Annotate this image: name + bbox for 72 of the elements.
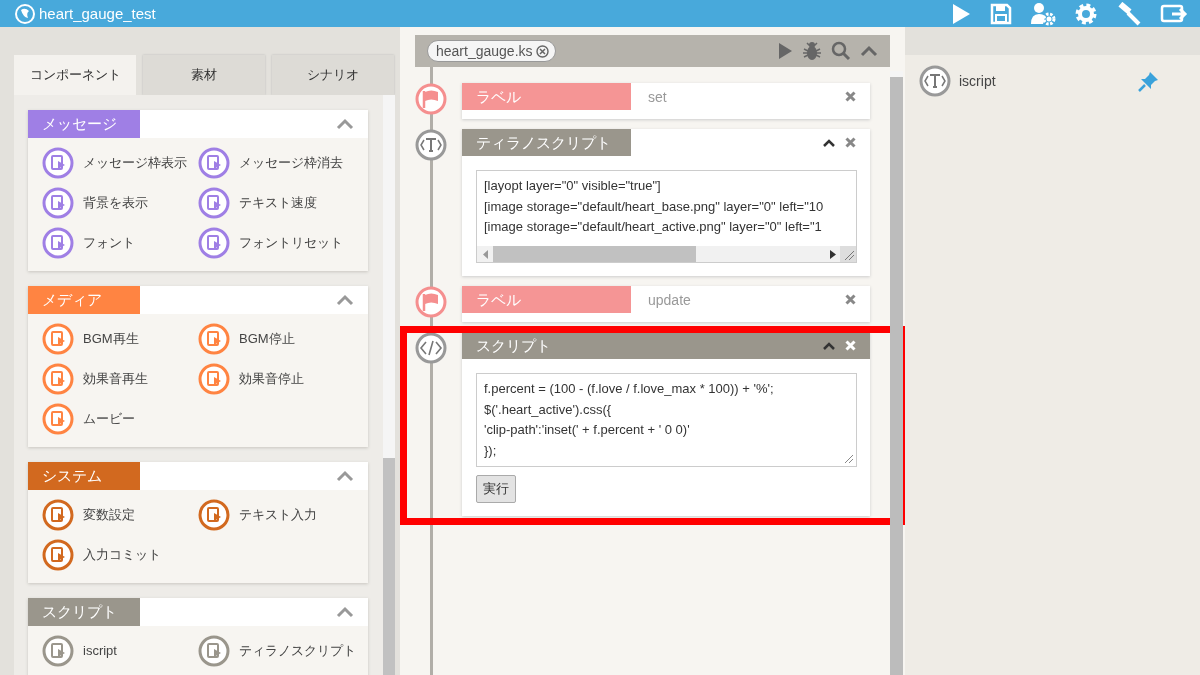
block-title: ラベル <box>462 83 631 110</box>
component-icon[interactable] <box>42 402 74 435</box>
run-button[interactable]: 実行 <box>476 475 516 503</box>
component-label[interactable]: 効果音再生 <box>83 369 148 388</box>
component-icon[interactable] <box>42 634 74 667</box>
search-icon[interactable] <box>831 41 851 61</box>
bug-icon[interactable] <box>802 41 822 61</box>
component-icon[interactable] <box>198 634 230 667</box>
component-label[interactable]: BGM再生 <box>83 329 139 348</box>
component-label[interactable]: iscript <box>83 643 117 658</box>
tag-icon <box>415 129 447 161</box>
component-label[interactable]: フォントリセット <box>239 233 343 252</box>
export-icon[interactable] <box>1160 2 1188 25</box>
settings-icon[interactable] <box>1074 1 1098 26</box>
user-settings-icon[interactable] <box>1030 1 1056 26</box>
component-icon[interactable] <box>42 322 74 355</box>
flag-icon <box>415 286 447 318</box>
code-field[interactable]: [layopt layer="0" visible="true"] [image storage="default/heart_base.png" layer="0" left="10 [image storage="default/heart_active.png" layer="0" left="1 <box>476 170 857 263</box>
left-arrow-icon[interactable] <box>483 249 489 259</box>
component-icon[interactable] <box>198 186 230 219</box>
component-label[interactable]: iscript <box>959 73 996 89</box>
component-label[interactable]: ティラノスクリプト <box>239 641 356 660</box>
right-arrow-icon[interactable] <box>830 249 836 259</box>
close-icon[interactable] <box>845 137 856 148</box>
caret-icon[interactable] <box>823 138 835 147</box>
file-tab[interactable]: heart_gauge.ks <box>427 40 556 62</box>
component-icon[interactable] <box>42 538 74 571</box>
tag-icon <box>919 65 951 97</box>
component-icon[interactable] <box>198 226 230 259</box>
section-title[interactable]: システム <box>28 462 140 490</box>
code-field[interactable]: f.percent = (100 - (f.love / f.love_max * 100)) + '%'; $('.heart_active').css({ 'clip-path':'inset(' + f.percent + ' 0 0)' }); <box>476 373 857 467</box>
save-icon[interactable] <box>990 2 1012 25</box>
component-icon[interactable] <box>198 362 230 395</box>
app-logo-icon <box>15 3 35 24</box>
close-icon[interactable] <box>535 44 549 58</box>
block-title: ラベル <box>462 286 631 313</box>
close-icon[interactable] <box>845 91 856 102</box>
block-title: ティラノスクリプト <box>462 129 631 156</box>
component-icon[interactable] <box>198 322 230 355</box>
component-label[interactable]: テキスト速度 <box>239 193 317 212</box>
window-title: heart_gauge_test <box>39 5 156 22</box>
component-icon[interactable] <box>42 186 74 219</box>
play-icon[interactable] <box>777 42 793 60</box>
play-icon[interactable] <box>950 2 972 25</box>
component-label[interactable]: 背景を表示 <box>83 193 148 212</box>
component-icon[interactable] <box>42 498 74 531</box>
code-icon <box>415 332 447 364</box>
tab[interactable]: 素材 <box>143 55 265 95</box>
tab[interactable]: コンポーネント <box>14 55 136 95</box>
tab[interactable]: シナリオ <box>272 55 394 95</box>
component-label[interactable]: メッセージ枠消去 <box>239 153 343 172</box>
scrollbar[interactable] <box>383 95 395 675</box>
component-icon[interactable] <box>42 362 74 395</box>
component-label[interactable]: 変数設定 <box>83 505 135 524</box>
scrollbar[interactable] <box>477 246 856 262</box>
component-label[interactable]: 入力コミット <box>83 545 161 564</box>
component-icon[interactable] <box>42 146 74 179</box>
component-label[interactable]: フォント <box>83 233 135 252</box>
close-icon[interactable] <box>845 294 856 305</box>
flag-icon <box>415 83 447 115</box>
component-label[interactable]: テキスト入力 <box>239 505 317 524</box>
component-icon[interactable] <box>198 146 230 179</box>
component-icon[interactable] <box>198 498 230 531</box>
component-label[interactable]: BGM停止 <box>239 329 295 348</box>
scrollbar[interactable] <box>890 71 903 675</box>
component-label[interactable]: ムービー <box>83 409 135 428</box>
component-label[interactable]: 効果音停止 <box>239 369 304 388</box>
resize-grip-icon[interactable] <box>840 246 856 262</box>
resize-grip-icon[interactable] <box>844 454 854 464</box>
component-label[interactable]: メッセージ枠表示 <box>83 153 187 172</box>
component-icon[interactable] <box>42 226 74 259</box>
pin-icon[interactable] <box>1138 70 1160 92</box>
